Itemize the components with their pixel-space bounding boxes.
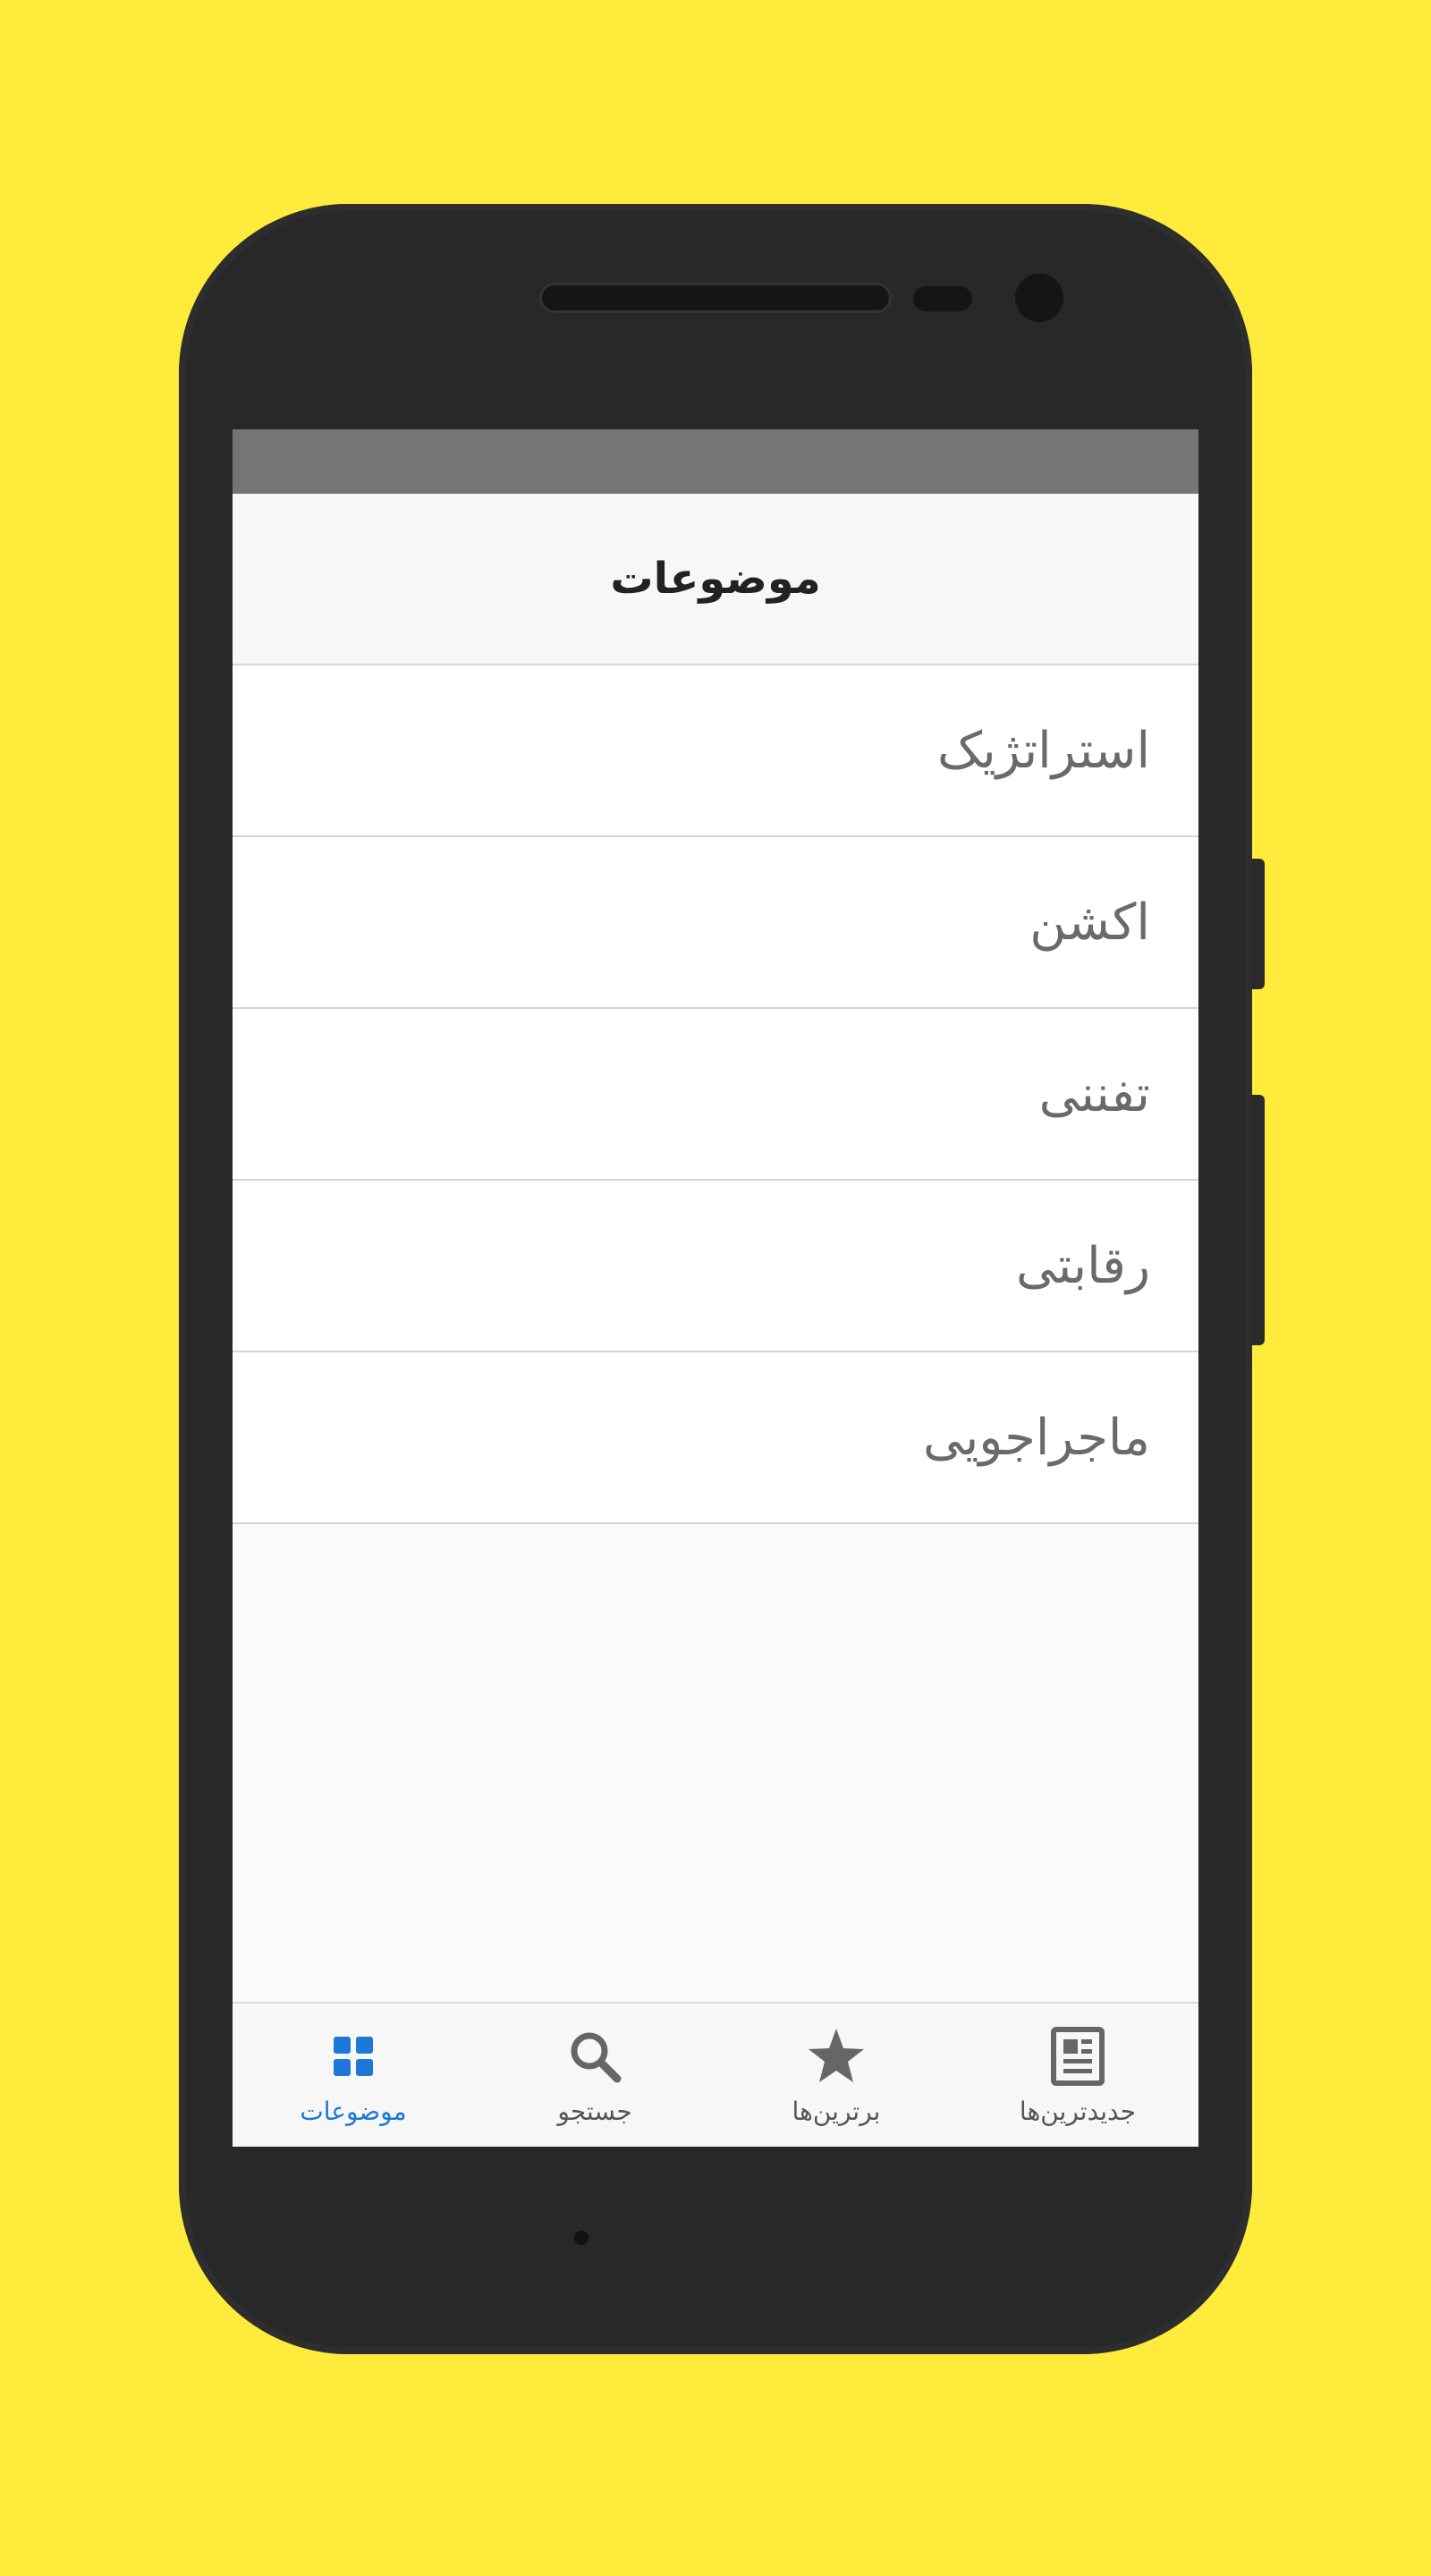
app-screen: موضوعات استراتژیک اکشن تفننی رقابتی ماجر… <box>233 429 1198 2147</box>
category-list: استراتژیک اکشن تفننی رقابتی ماجراجویی <box>233 665 1198 1524</box>
app-header: موضوعات <box>233 494 1198 665</box>
category-item-racing[interactable]: رقابتی <box>233 1181 1198 1352</box>
tab-label: جستجو <box>557 2097 632 2126</box>
volume-button <box>1252 859 1265 989</box>
search-icon <box>563 2025 626 2088</box>
earpiece-speaker <box>539 283 892 313</box>
page: موضوعات استراتژیک اکشن تفننی رقابتی ماجر… <box>0 0 1431 2576</box>
tab-top-rated[interactable]: برترین‌ها <box>716 2004 957 2147</box>
tab-newest[interactable]: جدیدترین‌ها <box>957 2004 1198 2147</box>
tab-topics[interactable]: موضوعات <box>233 2004 474 2147</box>
category-label: تفننی <box>1038 1064 1150 1123</box>
newspaper-icon <box>1046 2025 1109 2088</box>
tab-label: برترین‌ها <box>792 2097 881 2126</box>
category-item-action[interactable]: اکشن <box>233 837 1198 1009</box>
category-label: اکشن <box>1029 893 1150 952</box>
star-icon <box>805 2025 868 2088</box>
category-item-strategy[interactable]: استراتژیک <box>233 665 1198 837</box>
page-title: موضوعات <box>610 554 821 604</box>
microphone <box>574 2231 588 2245</box>
tab-label: جدیدترین‌ها <box>1019 2097 1137 2126</box>
category-item-adventure[interactable]: ماجراجویی <box>233 1352 1198 1524</box>
front-camera <box>1015 274 1063 322</box>
power-button <box>1252 1095 1265 1345</box>
proximity-sensor <box>913 286 972 311</box>
status-bar <box>233 429 1198 494</box>
category-item-casual[interactable]: تفننی <box>233 1009 1198 1181</box>
category-label: استراتژیک <box>936 721 1150 780</box>
grid-icon <box>322 2025 385 2088</box>
bottom-navigation: موضوعات جستجو برترین‌ها <box>233 2002 1198 2147</box>
category-label: ماجراجویی <box>923 1408 1150 1467</box>
tab-search[interactable]: جستجو <box>474 2004 716 2147</box>
tab-label: موضوعات <box>300 2097 407 2126</box>
category-label: رقابتی <box>1015 1236 1150 1295</box>
